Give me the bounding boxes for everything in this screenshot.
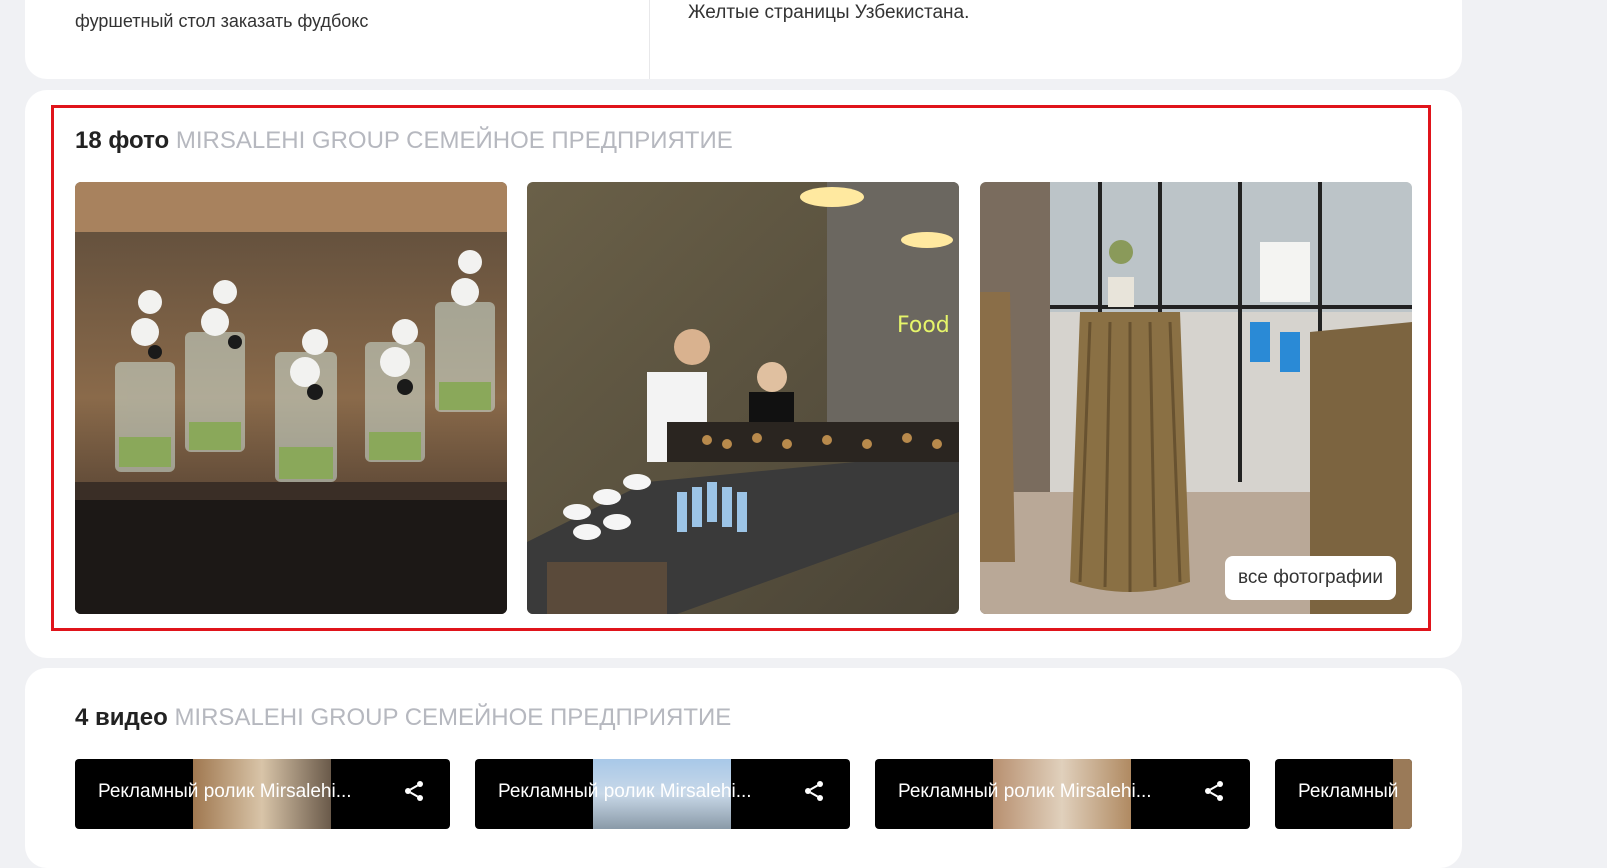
videos-card: 4 видео MIRSALEHI GROUP СЕМЕЙНОЕ ПРЕДПРИ…	[25, 668, 1462, 868]
contacts-card: фуршетный стол заказать фудбокс Желтые с…	[25, 0, 1462, 79]
videos-section-title: 4 видео MIRSALEHI GROUP СЕМЕЙНОЕ ПРЕДПРИ…	[75, 704, 731, 732]
video-title: Рекламный ролик Mirsalehi...	[898, 781, 1152, 802]
video-card[interactable]: Рекламный ролик Mirsalehi...	[875, 759, 1250, 829]
share-icon[interactable]	[1202, 779, 1226, 803]
videos-count: 4 видео	[75, 704, 168, 731]
photo-canapes-image	[75, 182, 507, 614]
all-photos-button[interactable]: все фотографии	[1225, 556, 1396, 600]
photo-buffet-staff-image: Food	[527, 182, 959, 614]
photos-count: 18 фото	[75, 127, 170, 154]
photos-company-name: MIRSALEHI GROUP СЕМЕЙНОЕ ПРЕДПРИЯТИЕ	[175, 127, 733, 154]
svg-text:Food: Food	[897, 313, 950, 338]
video-card[interactable]: Рекламный ролик Mirsalehi...	[75, 759, 450, 829]
video-card[interactable]: Рекламный	[1275, 759, 1412, 829]
photos-card: 18 фото MIRSALEHI GROUP СЕМЕЙНОЕ ПРЕДПРИ…	[25, 90, 1462, 658]
video-title: Рекламный ролик Mirsalehi...	[498, 781, 752, 802]
share-icon[interactable]	[402, 779, 426, 803]
video-title: Рекламный	[1298, 781, 1399, 802]
photo-thumbnail[interactable]	[75, 182, 507, 614]
photo-thumbnail[interactable]: все фотографии	[980, 182, 1412, 614]
keywords-text: фуршетный стол заказать фудбокс	[75, 11, 369, 31]
photo-venue-tables-image	[980, 182, 1412, 614]
videos-company-name: MIRSALEHI GROUP СЕМЕЙНОЕ ПРЕДПРИЯТИЕ	[174, 704, 732, 731]
source-text: Желтые страницы Узбекистана.	[688, 2, 970, 23]
video-title: Рекламный ролик Mirsalehi...	[98, 781, 352, 802]
photo-thumbnail[interactable]: Food	[527, 182, 959, 614]
share-icon[interactable]	[802, 779, 826, 803]
video-card[interactable]: Рекламный ролик Mirsalehi...	[475, 759, 850, 829]
photos-section-title: 18 фото MIRSALEHI GROUP СЕМЕЙНОЕ ПРЕДПРИ…	[75, 127, 733, 155]
column-divider	[649, 0, 650, 79]
